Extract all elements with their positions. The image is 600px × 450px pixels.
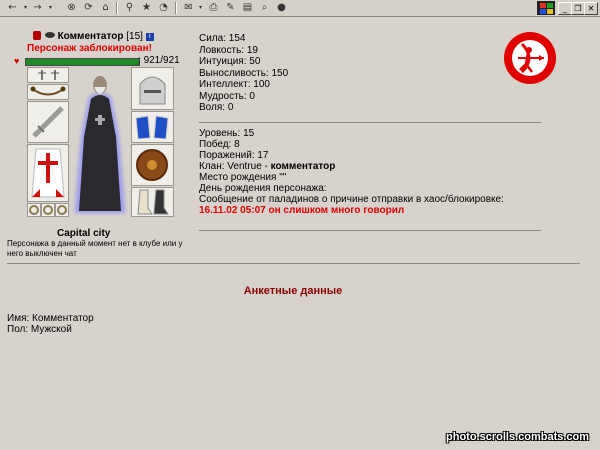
- chat-status-note: Персонажа в данный момент нет в клубе ил…: [7, 239, 183, 258]
- clan-role: комментатор: [270, 161, 336, 172]
- profile-block: Имя: Комментатор Пол: Мужской: [7, 313, 94, 335]
- edit-icon[interactable]: ✎: [224, 2, 237, 14]
- character-name: Комментатор: [57, 31, 124, 42]
- minimize-button[interactable]: _: [558, 2, 572, 15]
- mail-dropdown-icon[interactable]: ▾: [194, 2, 207, 14]
- sword-icon: [32, 106, 64, 138]
- discuss-icon[interactable]: ▤: [241, 2, 254, 14]
- forward-icon[interactable]: →: [31, 2, 44, 14]
- block-reason: 16.11.02 05:07 он слишком много говорил: [199, 205, 405, 216]
- info-level: Уровень: 15: [199, 128, 255, 139]
- info-birthday: День рождения персонажа:: [199, 183, 327, 194]
- ring-icon: [43, 205, 53, 215]
- character-city[interactable]: Capital city: [57, 228, 110, 239]
- windows-logo-icon: [537, 1, 555, 15]
- hp-value: 921/921: [143, 55, 180, 66]
- armor-slot[interactable]: [27, 144, 69, 202]
- favorites-icon[interactable]: ★: [140, 2, 153, 14]
- helmet-slot[interactable]: [131, 67, 174, 110]
- clan-prefix[interactable]: Клан: Ventrue -: [199, 161, 271, 172]
- archer-emblem-icon: [502, 30, 558, 86]
- shield-icon: [136, 149, 168, 181]
- section-title: Анкетные данные: [243, 285, 343, 297]
- character-level: [15]: [126, 31, 143, 42]
- stats-block: Сила: 154 Ловкость: 19 Интуиция: 50 Выно…: [199, 33, 288, 114]
- browser-toolbar: ← ▾ → ▾ ⊗ ⟳ ⌂ ⚲ ★ ◔ ✉ ▾ ⎙ ✎ ▤ ⌕ ● _ ❐ ✕: [0, 0, 600, 17]
- refresh-icon[interactable]: ⟳: [82, 2, 95, 14]
- earring-slot[interactable]: [27, 67, 69, 83]
- close-button[interactable]: ✕: [584, 2, 598, 15]
- ring-slot-2[interactable]: [41, 203, 55, 217]
- hp-text: : 921/921: [138, 55, 180, 66]
- print-icon[interactable]: ⎙: [207, 2, 220, 14]
- stop-icon[interactable]: ⊗: [65, 2, 78, 14]
- character-header: Комментатор [15] i: [33, 31, 154, 42]
- info-divider: [199, 230, 541, 231]
- watermark: photo.scrolls.combats.com: [446, 431, 590, 443]
- info-losses: Поражений: 17: [199, 150, 269, 161]
- boots-icon: [137, 189, 169, 215]
- tabard-icon: [31, 148, 65, 198]
- stat-strength: Сила: 154: [199, 33, 246, 44]
- info-icon[interactable]: i: [145, 33, 154, 41]
- hp-bar: [25, 58, 140, 66]
- toolbar-separator: [116, 2, 118, 14]
- ring-slot-3[interactable]: [55, 203, 69, 217]
- search-icon[interactable]: ⚲: [123, 2, 136, 14]
- stat-intuition: Интуиция: 50: [199, 56, 261, 67]
- stat-wisdom: Мудрость: 0: [199, 90, 255, 102]
- restore-button[interactable]: ❐: [571, 2, 585, 15]
- amulet-slot[interactable]: [27, 84, 69, 100]
- stat-endurance: Выносливость: 150: [199, 67, 289, 79]
- bracers-icon: [135, 115, 169, 140]
- info-clan: Клан: Ventrue - комментатор: [199, 161, 504, 172]
- character-avatar: [69, 67, 131, 217]
- earrings-icon: [38, 70, 59, 80]
- blocked-status: Персонаж заблокирован!: [27, 43, 152, 54]
- heart-icon: ♥: [14, 56, 20, 66]
- clan-icon[interactable]: [33, 31, 41, 40]
- align-icon: [44, 32, 55, 38]
- messenger-icon[interactable]: ●: [275, 2, 288, 14]
- ring-icon: [29, 205, 39, 215]
- bracers-slot[interactable]: [131, 111, 174, 143]
- back-icon[interactable]: ←: [6, 2, 19, 14]
- helmet-icon: [139, 76, 166, 105]
- research-icon[interactable]: ⌕: [258, 2, 271, 14]
- home-icon[interactable]: ⌂: [99, 2, 112, 14]
- forward-dropdown-icon[interactable]: ▾: [44, 2, 57, 14]
- history-icon[interactable]: ◔: [157, 2, 170, 14]
- toolbar-separator: [175, 2, 177, 14]
- paladin-message-label: Сообщение от паладинов о причине отправк…: [199, 194, 504, 205]
- ring-icon: [57, 205, 67, 215]
- hp-bar-fill: [26, 59, 139, 65]
- stats-divider: [199, 122, 541, 123]
- section-divider: [7, 263, 580, 264]
- priest-figure-icon: [75, 76, 125, 213]
- stat-will: Воля: 0: [199, 102, 234, 113]
- amulet-icon: [30, 86, 66, 96]
- profile-gender: Пол: Мужской: [7, 324, 72, 335]
- info-birthplace: Место рождения "": [199, 172, 287, 183]
- stat-agility: Ловкость: 19: [199, 44, 258, 56]
- profile-name: Имя: Комментатор: [7, 313, 94, 324]
- info-block: Уровень: 15 Побед: 8 Поражений: 17 Клан:…: [199, 128, 504, 216]
- stat-intellect: Интеллект: 100: [199, 79, 270, 90]
- shield-slot[interactable]: [131, 144, 174, 186]
- info-wins: Побед: 8: [199, 139, 240, 150]
- ring-slot-1[interactable]: [27, 203, 41, 217]
- boots-slot[interactable]: [131, 187, 174, 217]
- weapon-slot[interactable]: [27, 101, 69, 143]
